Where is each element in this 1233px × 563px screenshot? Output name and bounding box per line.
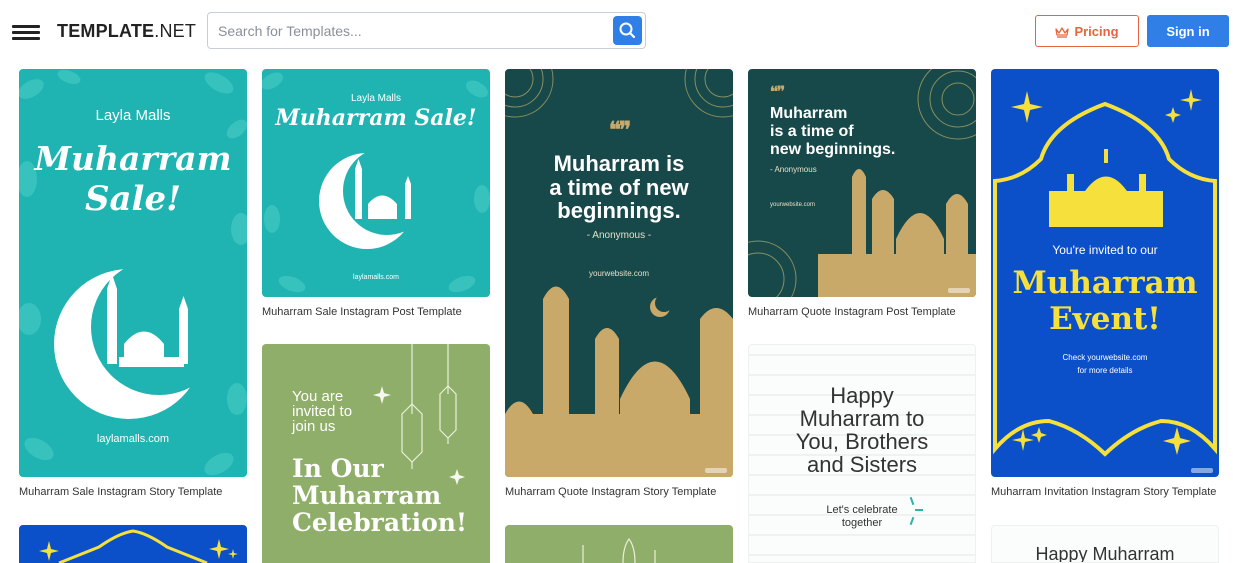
quote-author: - Anonymous bbox=[770, 165, 817, 174]
template-thumbnail[interactable]: Happy Muharram bbox=[991, 525, 1219, 563]
template-thumbnail[interactable]: ❛❛❜❜ Muharram is a time of new beginning… bbox=[748, 69, 976, 297]
template-thumbnail[interactable]: Layla Malls Muharram Sale! laylamalls.co… bbox=[19, 69, 247, 477]
celebrate-line2: together bbox=[841, 517, 883, 529]
sale-title-line1: Muharram bbox=[34, 139, 232, 178]
template-card-invitation-story[interactable]: You're invited to our Muharram Event! Ch… bbox=[991, 69, 1219, 509]
pricing-button[interactable]: Pricing bbox=[1035, 15, 1139, 47]
sale-title: Muharram Sale! bbox=[275, 105, 477, 131]
quote-line3: new beginnings. bbox=[770, 141, 896, 158]
website-text: laylamalls.com bbox=[353, 274, 399, 281]
logo-bold-text: TEMPLATE bbox=[57, 21, 155, 41]
watermark-badge bbox=[1191, 468, 1213, 473]
template-card-partial-happy[interactable]: Happy Muharram bbox=[991, 525, 1219, 563]
crown-icon bbox=[1055, 26, 1070, 38]
template-caption[interactable]: Muharram Sale Instagram Post Template bbox=[262, 306, 462, 318]
signin-button[interactable]: Sign in bbox=[1147, 15, 1229, 47]
crescent-mosque-illustration bbox=[54, 259, 227, 419]
lantern-illustration bbox=[582, 537, 656, 563]
invite-text: You're invited to our bbox=[1052, 243, 1158, 257]
site-logo[interactable]: TEMPLATE.NET bbox=[57, 21, 196, 42]
quote-mark: ❛❛❜❜ bbox=[608, 117, 631, 142]
template-card-partial-blue[interactable] bbox=[19, 525, 247, 563]
template-thumbnail[interactable]: You are invited to join us In Our Muharr… bbox=[262, 344, 490, 563]
template-card-happy-muharram[interactable]: Happy Muharram to You, Brothers and Sist… bbox=[748, 344, 976, 563]
template-caption[interactable]: Muharram Invitation Instagram Story Temp… bbox=[991, 486, 1216, 498]
template-card-quote-story[interactable]: ❛❛❜❜ Muharram is a time of new beginning… bbox=[505, 69, 733, 509]
template-caption[interactable]: Muharram Sale Instagram Story Template bbox=[19, 486, 222, 498]
template-thumbnail[interactable] bbox=[505, 525, 733, 563]
quote-line2: is a time of bbox=[770, 123, 854, 140]
menu-icon[interactable] bbox=[12, 25, 40, 40]
quote-line1: Muharram is bbox=[553, 151, 685, 176]
template-card-sale-story[interactable]: Layla Malls Muharram Sale! laylamalls.co… bbox=[19, 69, 247, 509]
search-icon bbox=[619, 22, 636, 39]
top-header: TEMPLATE.NET Pricing Sign in bbox=[0, 0, 1233, 60]
event-title1: Muharram bbox=[1012, 265, 1198, 301]
website-text: laylamalls.com bbox=[96, 433, 170, 445]
template-thumbnail[interactable]: You're invited to our Muharram Event! Ch… bbox=[991, 69, 1219, 477]
template-caption[interactable]: Muharram Quote Instagram Post Template bbox=[748, 306, 956, 318]
greeting-line4: and Sisters bbox=[806, 452, 918, 477]
celebration-title1: In Our bbox=[292, 454, 384, 483]
logo-light-text: .NET bbox=[154, 21, 197, 41]
quote-author: - Anonymous - bbox=[586, 230, 652, 241]
template-thumbnail[interactable]: Happy Muharram to You, Brothers and Sist… bbox=[748, 344, 976, 563]
template-card-partial[interactable] bbox=[505, 525, 733, 563]
arch-frame-decoration bbox=[39, 529, 238, 563]
website-text: yourwebsite.com bbox=[588, 269, 650, 278]
pricing-label: Pricing bbox=[1074, 23, 1119, 39]
invite-line3: join us bbox=[292, 418, 336, 435]
watermark-badge bbox=[705, 468, 727, 473]
store-name: Layla Malls bbox=[95, 107, 171, 124]
template-card-quote-post[interactable]: ❛❛❜❜ Muharram is a time of new beginning… bbox=[748, 69, 976, 324]
details-line1: Check yourwebsite.com bbox=[1062, 353, 1148, 362]
sale-title-line2: Sale! bbox=[84, 179, 182, 219]
template-thumbnail[interactable] bbox=[19, 525, 247, 563]
search-input[interactable] bbox=[218, 13, 608, 48]
quote-line1: Muharram bbox=[770, 105, 848, 122]
quote-line3: beginnings. bbox=[557, 198, 681, 223]
template-card-sale-post[interactable]: Layla Malls Muharram Sale! laylamalls.co… bbox=[262, 69, 490, 324]
event-title2: Event! bbox=[1049, 301, 1161, 337]
quote-mark: ❛❛❜❜ bbox=[770, 83, 785, 99]
mosque-silhouette bbox=[748, 69, 976, 297]
crescent-mosque-illustration bbox=[319, 147, 431, 249]
website-text: yourwebsite.com bbox=[770, 202, 816, 208]
search-button[interactable] bbox=[613, 16, 642, 45]
happy-muharram-title: Happy Muharram bbox=[1035, 544, 1175, 563]
celebrate-line1: Let's celebrate bbox=[826, 504, 898, 516]
template-card-celebration[interactable]: You are invited to join us In Our Muharr… bbox=[262, 344, 490, 563]
celebration-title3: Celebration! bbox=[292, 508, 467, 537]
details-line2: for more details bbox=[1077, 366, 1133, 375]
celebration-title2: Muharram bbox=[292, 481, 442, 510]
search-bar bbox=[207, 12, 646, 49]
template-thumbnail[interactable]: Layla Malls Muharram Sale! laylamalls.co… bbox=[262, 69, 490, 297]
template-caption[interactable]: Muharram Quote Instagram Story Template bbox=[505, 486, 716, 498]
watermark-badge bbox=[948, 288, 970, 293]
template-thumbnail[interactable]: ❛❛❜❜ Muharram is a time of new beginning… bbox=[505, 69, 733, 477]
store-name: Layla Malls bbox=[350, 93, 402, 104]
